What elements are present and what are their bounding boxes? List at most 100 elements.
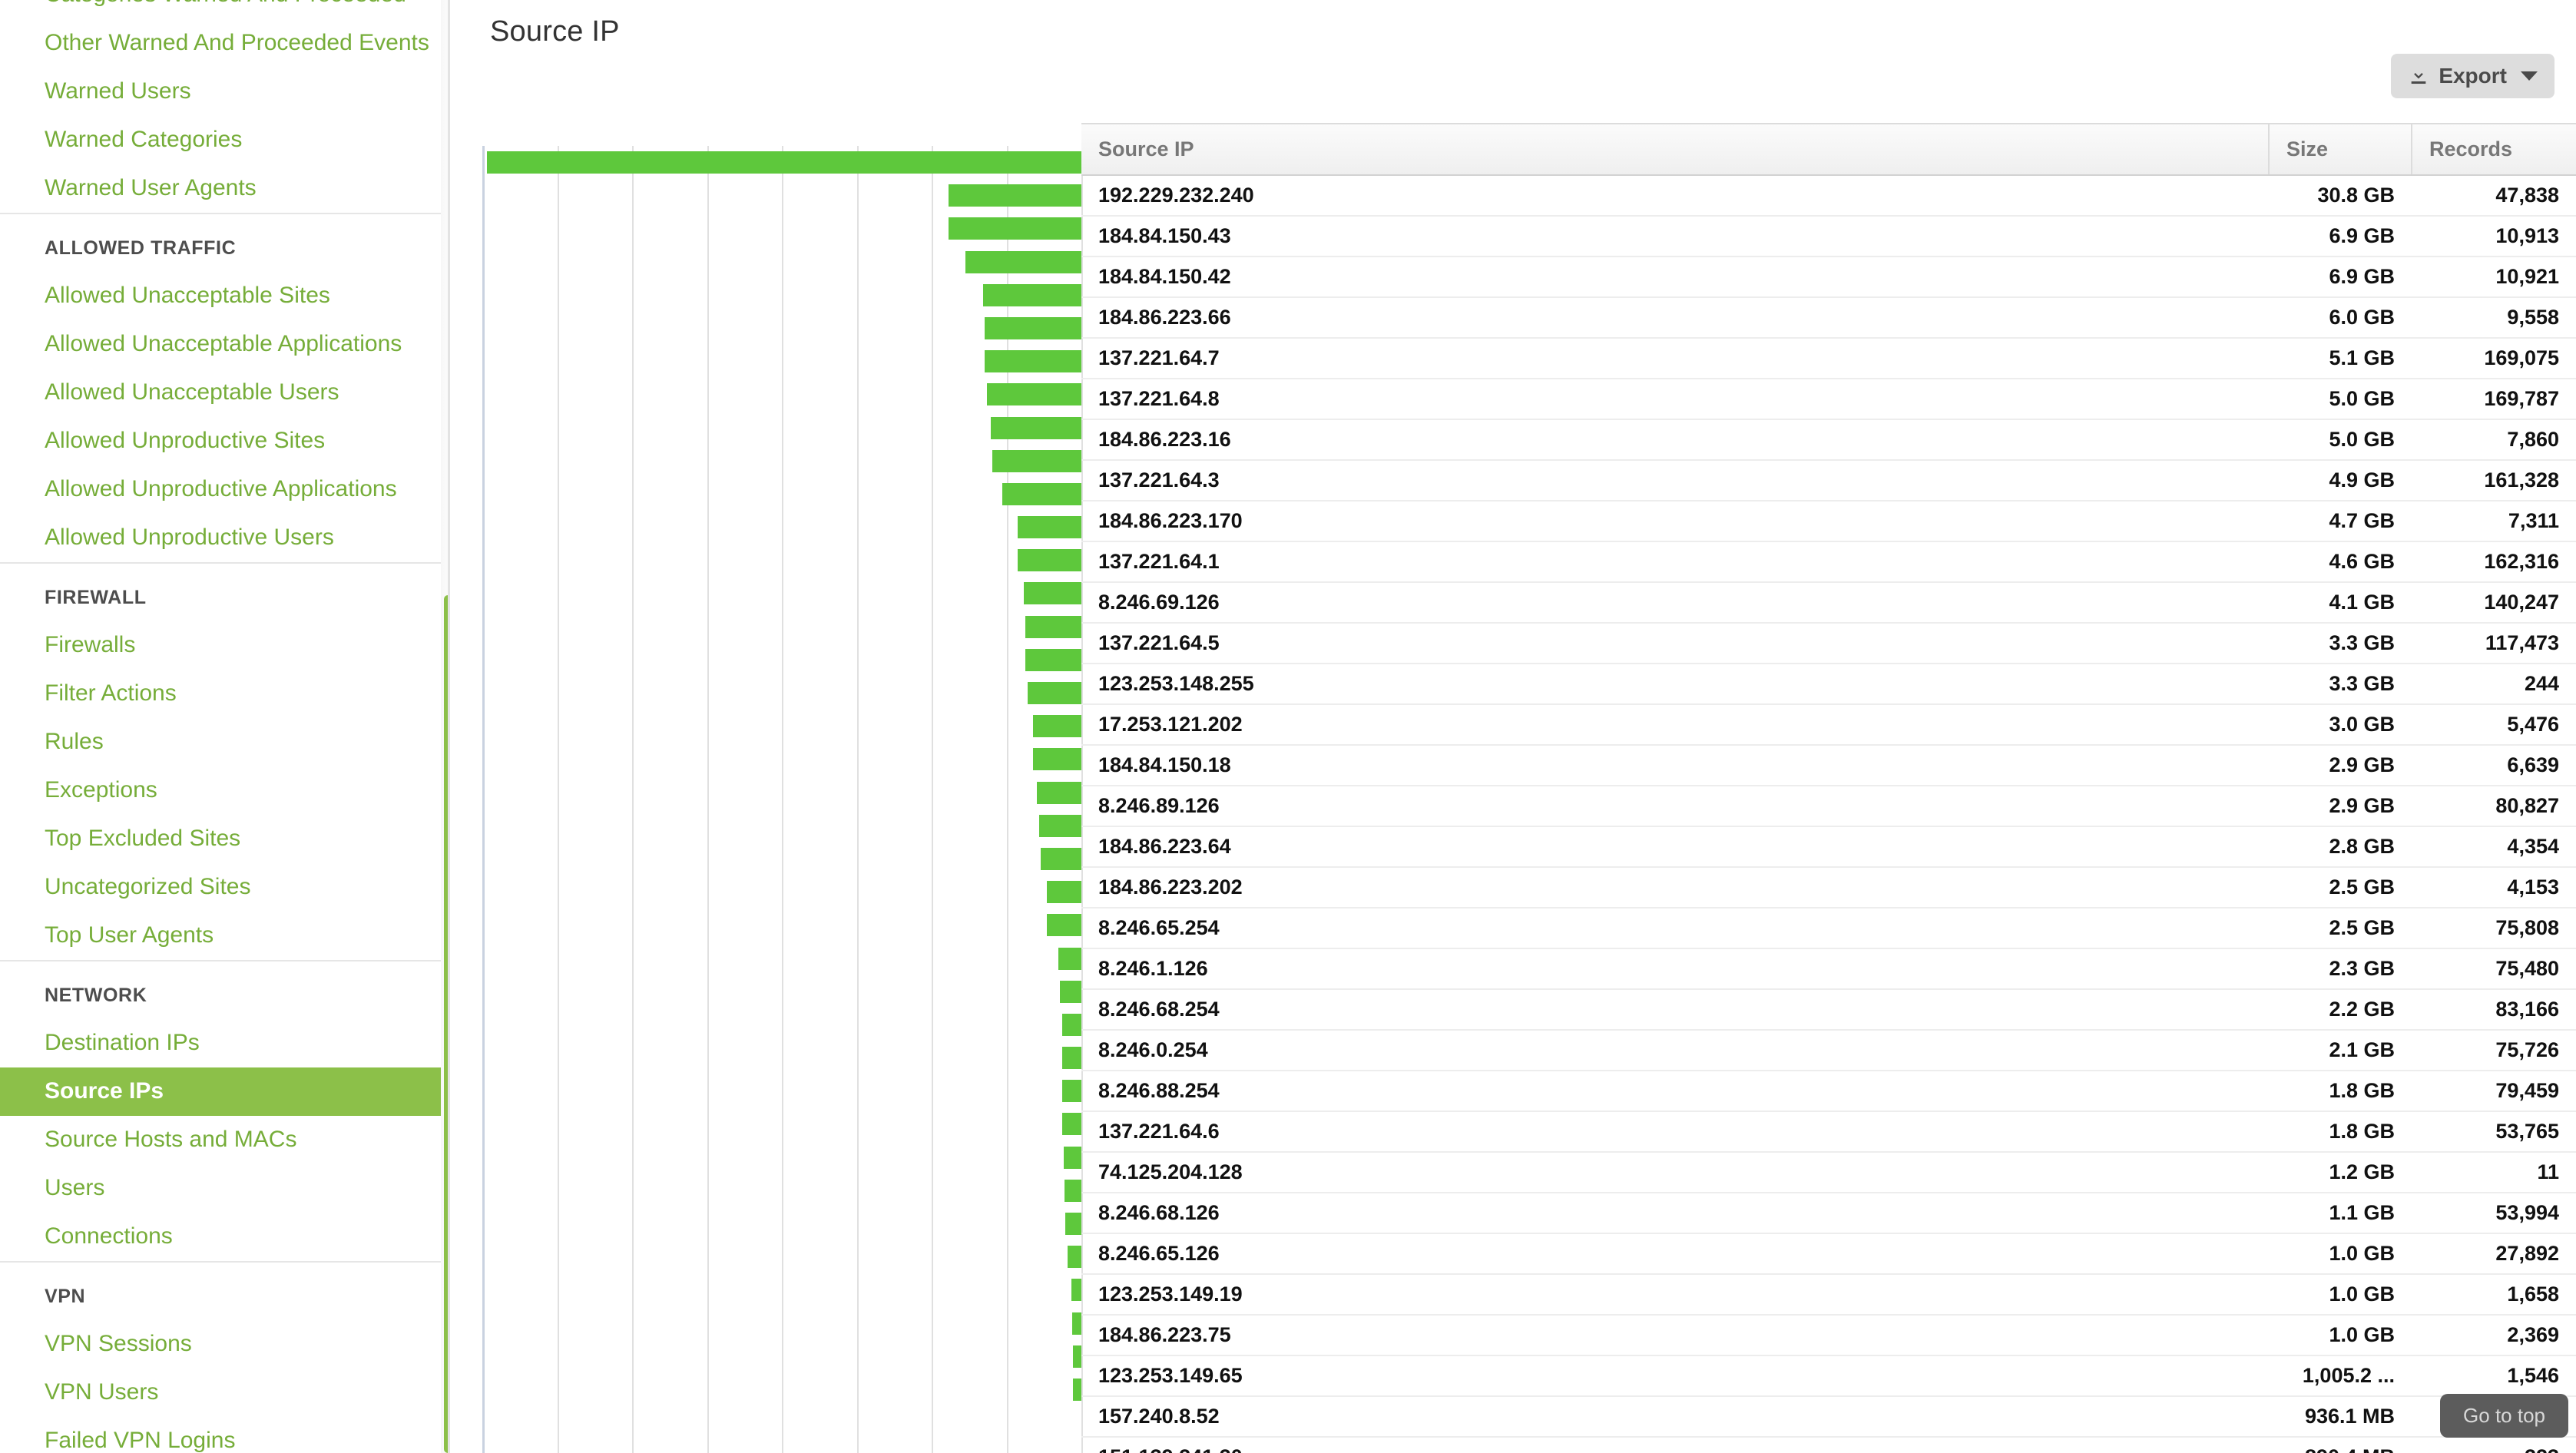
sidebar-item-uncategorized-sites[interactable]: Uncategorized Sites (0, 863, 448, 912)
chart-bar[interactable] (990, 416, 1081, 439)
chart-bar[interactable] (1065, 1179, 1081, 1202)
table-row[interactable]: 137.221.64.5 3.3 GB 117,473 (1081, 623, 2576, 664)
table-row[interactable]: 8.246.65.126 1.0 GB 27,892 (1081, 1233, 2576, 1275)
chart-bar[interactable] (1061, 1047, 1081, 1070)
chart-bar[interactable] (965, 250, 1081, 273)
sidebar-item-firewalls[interactable]: Firewalls (0, 621, 448, 670)
chart-bar[interactable] (1027, 682, 1081, 704)
chart-bar[interactable] (1033, 715, 1081, 738)
table-row[interactable]: 184.86.223.64 2.8 GB 4,354 (1081, 826, 2576, 868)
column-header-size[interactable]: Size (2269, 123, 2412, 176)
table-row[interactable]: 8.246.1.126 2.3 GB 75,480 (1081, 948, 2576, 990)
table-row[interactable]: 184.86.223.66 6.0 GB 9,558 (1081, 297, 2576, 339)
chart-bar[interactable] (1058, 947, 1081, 970)
chart-bar[interactable] (1046, 914, 1081, 937)
chart-bar[interactable] (1018, 549, 1081, 572)
chart-bar[interactable] (1072, 1345, 1081, 1368)
table-row[interactable]: 123.253.149.19 1.0 GB 1,658 (1081, 1274, 2576, 1316)
chart-bar[interactable] (1061, 1080, 1081, 1103)
table-row[interactable]: 8.246.88.254 1.8 GB 79,459 (1081, 1071, 2576, 1112)
sidebar-item-top-user-agents[interactable]: Top User Agents (0, 912, 448, 960)
chart-bar[interactable] (1071, 1279, 1081, 1302)
table-row[interactable]: 137.221.64.6 1.8 GB 53,765 (1081, 1111, 2576, 1153)
table-row[interactable]: 184.86.223.75 1.0 GB 2,369 (1081, 1315, 2576, 1356)
sidebar-item-source-ips[interactable]: Source IPs (0, 1067, 448, 1116)
table-row[interactable]: 192.229.232.240 30.8 GB 47,838 (1081, 175, 2576, 217)
table-row[interactable]: 8.246.89.126 2.9 GB 80,827 (1081, 786, 2576, 827)
export-button[interactable]: Export (2391, 54, 2554, 98)
chart-bar[interactable] (1025, 648, 1081, 671)
chart-bar[interactable] (1037, 781, 1081, 804)
chart-bar[interactable] (985, 316, 1081, 339)
sidebar-item-other-warned-and-proceeded-events[interactable]: Other Warned And Proceeded Events (0, 19, 448, 68)
sidebar-item-allowed-unacceptable-sites[interactable]: Allowed Unacceptable Sites (0, 272, 448, 320)
table-row[interactable]: 137.221.64.1 4.6 GB 162,316 (1081, 541, 2576, 583)
chart-bar[interactable] (985, 350, 1081, 373)
column-header-source-ip[interactable]: Source IP (1081, 123, 2270, 176)
sidebar-item-source-hosts-and-macs[interactable]: Source Hosts and MACs (0, 1116, 448, 1164)
go-to-top-button[interactable]: Go to top (2440, 1394, 2568, 1438)
table-row[interactable]: 8.246.68.126 1.1 GB 53,994 (1081, 1193, 2576, 1234)
sidebar-item-connections[interactable]: Connections (0, 1213, 448, 1261)
chart-bar[interactable] (948, 217, 1081, 240)
chart-bar[interactable] (487, 151, 1081, 174)
sidebar-item-users[interactable]: Users (0, 1164, 448, 1213)
sidebar-item-allowed-unacceptable-users[interactable]: Allowed Unacceptable Users (0, 369, 448, 417)
chart-bar[interactable] (1046, 881, 1081, 904)
table-row[interactable]: 8.246.69.126 4.1 GB 140,247 (1081, 582, 2576, 624)
chart-bar[interactable] (1041, 847, 1081, 870)
table-row[interactable]: 184.84.150.18 2.9 GB 6,639 (1081, 745, 2576, 786)
chart-bar[interactable] (1072, 1378, 1081, 1401)
chart-bar[interactable] (1065, 1213, 1081, 1235)
chart-bar[interactable] (1060, 980, 1081, 1003)
chart-bar[interactable] (992, 449, 1081, 472)
table-row[interactable]: 184.86.223.170 4.7 GB 7,311 (1081, 501, 2576, 542)
table-row[interactable]: 137.221.64.3 4.9 GB 161,328 (1081, 460, 2576, 501)
table-row[interactable]: 137.221.64.8 5.0 GB 169,787 (1081, 379, 2576, 420)
table-row[interactable]: 157.240.8.52936.1 MB6,159 (1081, 1396, 2576, 1438)
table-row[interactable]: 184.86.223.16 5.0 GB 7,860 (1081, 419, 2576, 461)
table-row[interactable]: 8.246.65.254 2.5 GB 75,808 (1081, 908, 2576, 949)
table-row[interactable]: 184.84.150.42 6.9 GB 10,921 (1081, 257, 2576, 298)
sidebar-item-categories-warned-and-proceeded[interactable]: Categories Warned And Proceeded (0, 0, 448, 19)
table-row[interactable]: 123.253.149.65 1,005.2 ... 1,546 (1081, 1355, 2576, 1397)
table-row[interactable]: 8.246.68.254 2.2 GB 83,166 (1081, 989, 2576, 1031)
table-row[interactable]: 151.139.241.20890.4 MB223 (1081, 1437, 2576, 1453)
sidebar-item-destination-ips[interactable]: Destination IPs (0, 1019, 448, 1067)
sidebar-item-failed-vpn-logins[interactable]: Failed VPN Logins (0, 1417, 448, 1453)
chart-bar[interactable] (982, 283, 1081, 306)
sidebar-scrollbar-thumb[interactable] (444, 595, 448, 1453)
table-row[interactable]: 184.84.150.43 6.9 GB 10,913 (1081, 216, 2576, 257)
table-row[interactable]: 137.221.64.7 5.1 GB 169,075 (1081, 338, 2576, 379)
table-row[interactable]: 184.86.223.202 2.5 GB 4,153 (1081, 867, 2576, 909)
sidebar-item-exceptions[interactable]: Exceptions (0, 766, 448, 815)
table-row[interactable]: 123.253.148.255 3.3 GB 244 (1081, 664, 2576, 705)
sidebar-item-allowed-unacceptable-applications[interactable]: Allowed Unacceptable Applications (0, 320, 448, 369)
sidebar-item-vpn-sessions[interactable]: VPN Sessions (0, 1320, 448, 1369)
chart-bar[interactable] (1038, 814, 1081, 837)
chart-bar[interactable] (1023, 582, 1081, 605)
chart-bar[interactable] (1002, 482, 1081, 505)
column-header-records[interactable]: Records (2412, 123, 2576, 176)
chart-bar[interactable] (1061, 1013, 1081, 1036)
chart-bar[interactable] (948, 184, 1081, 207)
sidebar-item-allowed-unproductive-applications[interactable]: Allowed Unproductive Applications (0, 465, 448, 514)
sidebar-item-warned-user-agents[interactable]: Warned User Agents (0, 164, 448, 213)
chart-bar[interactable] (1062, 1113, 1081, 1136)
chart-bar[interactable] (1071, 1312, 1081, 1335)
table-row[interactable]: 8.246.0.254 2.1 GB 75,726 (1081, 1030, 2576, 1071)
sidebar-item-filter-actions[interactable]: Filter Actions (0, 670, 448, 718)
sidebar-item-top-excluded-sites[interactable]: Top Excluded Sites (0, 815, 448, 863)
chart-bar[interactable] (1064, 1146, 1081, 1169)
chart-bar[interactable] (986, 383, 1081, 406)
sidebar-item-warned-categories[interactable]: Warned Categories (0, 116, 448, 164)
sidebar-item-warned-users[interactable]: Warned Users (0, 68, 448, 116)
table-row[interactable]: 74.125.204.128 1.2 GB 11 (1081, 1152, 2576, 1193)
table-row[interactable]: 17.253.121.202 3.0 GB 5,476 (1081, 704, 2576, 746)
sidebar-item-vpn-users[interactable]: VPN Users (0, 1369, 448, 1417)
chart-bar[interactable] (1033, 748, 1081, 771)
sidebar-item-allowed-unproductive-users[interactable]: Allowed Unproductive Users (0, 514, 448, 562)
sidebar-item-rules[interactable]: Rules (0, 718, 448, 766)
chart-bar[interactable] (1025, 615, 1081, 638)
chart-bar[interactable] (1018, 516, 1081, 539)
